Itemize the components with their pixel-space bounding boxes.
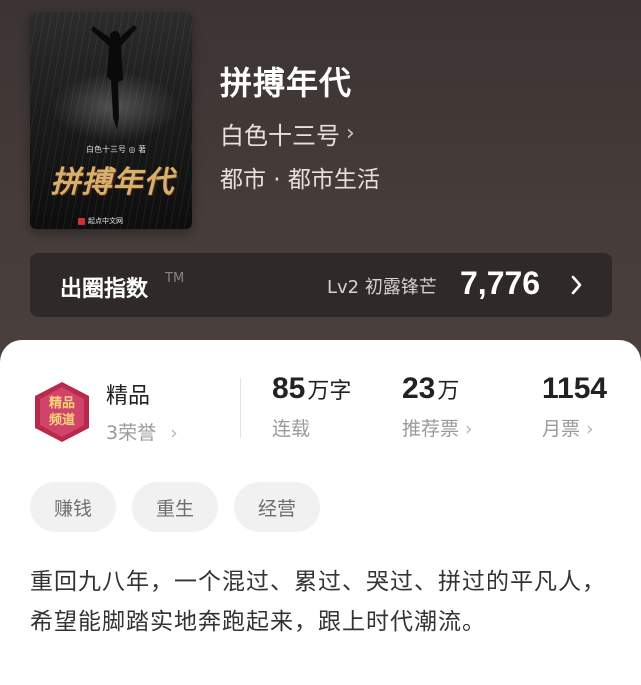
stat-unit: 万字 (307, 379, 352, 404)
cover-figure-icon (91, 25, 137, 130)
tag-chip[interactable]: 重生 (132, 482, 218, 532)
honor-link[interactable]: 3荣誉 › (106, 418, 178, 445)
info-panel: 精品 频道 精品 3荣誉 › 85万字 连载 23万 推荐票 › 1154 月票 ›… (0, 340, 641, 685)
chevron-right-icon (571, 275, 582, 295)
tag-chip[interactable]: 赚钱 (30, 482, 116, 532)
chevron-right-icon: › (465, 418, 473, 440)
stat-monthly-votes[interactable]: 1154 月票 › (542, 372, 607, 441)
svg-text:精品: 精品 (49, 395, 75, 411)
publisher-logo-icon (78, 217, 85, 225)
index-trademark: TM (165, 271, 185, 286)
stat-unit: 万 (437, 379, 460, 404)
divider (240, 378, 241, 438)
stat-value: 1154 (542, 372, 608, 405)
chevron-right-icon: › (170, 422, 178, 444)
honor-title: 精品 (106, 384, 151, 409)
author-link[interactable]: 白色十三号 › (220, 116, 355, 151)
honor-count: 3荣誉 (106, 422, 157, 444)
author-name: 白色十三号 (220, 122, 340, 150)
stat-label: 连载 (272, 418, 311, 440)
popularity-index-bar[interactable]: 出圈指数 TM Lv2 初露锋芒 7,776 (30, 253, 612, 317)
svg-text:频道: 频道 (49, 412, 75, 428)
chevron-right-icon: › (586, 418, 594, 440)
stat-word-count: 85万字 连载 (272, 372, 351, 441)
stat-value: 85 (272, 372, 306, 405)
chevron-right-icon: › (346, 121, 355, 146)
stat-label: 推荐票 (402, 418, 460, 440)
stat-label: 月票 (542, 418, 581, 440)
book-title: 拼搏年代 (220, 64, 353, 102)
tag-chip[interactable]: 经营 (234, 482, 320, 532)
cover-publisher: 起点中文网 (78, 216, 123, 226)
cover-title: 拼搏年代 (50, 165, 175, 200)
book-description: 重回九八年，一个混过、累过、哭过、拼过的平凡人，希望能脚踏实地奔跑起来，跟上时代… (30, 569, 606, 635)
book-genre[interactable]: 都市 · 都市生活 (220, 160, 380, 194)
stat-recommend-votes[interactable]: 23万 推荐票 › (402, 372, 473, 441)
index-score: 7,776 (460, 265, 541, 301)
index-level: Lv2 初露锋芒 (327, 277, 437, 298)
index-label: 出圈指数 (60, 277, 149, 302)
stat-value: 23 (402, 372, 436, 405)
quality-badge-icon[interactable]: 精品 频道 (31, 380, 93, 444)
cover-publisher-name: 起点中文网 (88, 217, 123, 225)
cover-author: 白色十三号 ◎ 著 (86, 145, 147, 154)
book-cover[interactable]: 白色十三号 ◎ 著 拼搏年代 起点中文网 (30, 12, 192, 229)
